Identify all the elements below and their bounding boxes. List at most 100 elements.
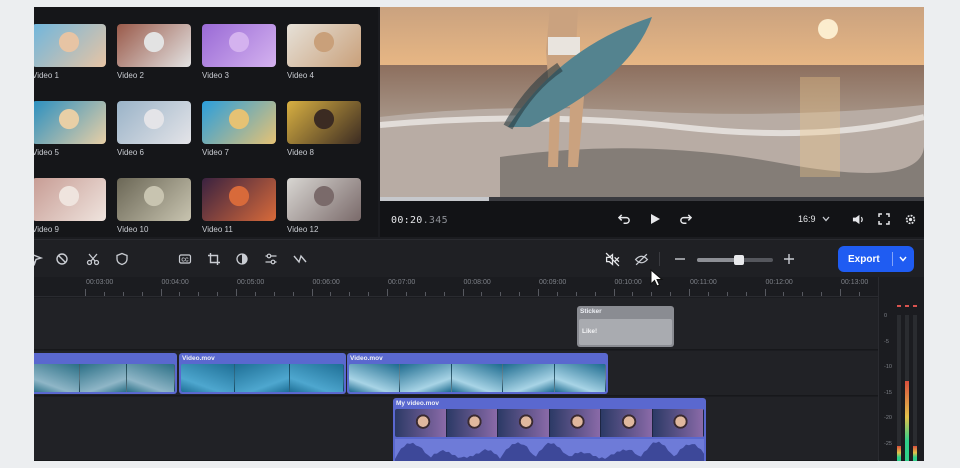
disable-icon	[56, 253, 68, 265]
split-tool-button[interactable]	[85, 251, 101, 267]
ruler-time-label: 00:05:00	[237, 279, 265, 286]
video-frame	[554, 364, 606, 392]
ruler-tick	[85, 289, 86, 296]
settings-button[interactable]	[902, 211, 918, 227]
unlink-audio-button[interactable]	[604, 251, 620, 267]
hide-track-button[interactable]	[633, 251, 649, 267]
color-icon	[236, 253, 248, 265]
sticker-clip[interactable]: Sticker Like!	[577, 306, 674, 347]
video-clip-frames	[349, 364, 606, 392]
video-thumbnail[interactable]: Video 12	[287, 178, 361, 242]
video-clip-frames	[181, 364, 344, 392]
video-thumbnail[interactable]: Video 7	[202, 101, 276, 165]
video-frame	[289, 364, 344, 392]
playback-progress-fill	[380, 197, 489, 201]
zoom-out-icon	[675, 258, 685, 260]
video-thumbnail[interactable]: Video 9	[34, 178, 106, 242]
ruler-tick	[405, 292, 407, 296]
transition-tool-button[interactable]	[292, 251, 308, 267]
ruler-tick	[387, 289, 388, 296]
ruler-tick	[802, 292, 804, 296]
video-thumbnail-label: Video 6	[117, 148, 144, 157]
adjust-tool-button[interactable]	[263, 251, 279, 267]
ruler-tick	[858, 292, 860, 296]
volume-icon	[852, 214, 863, 224]
zoom-slider[interactable]	[697, 255, 773, 265]
export-options-button[interactable]	[893, 256, 913, 262]
ruler-tick	[311, 289, 313, 296]
video-thumbnail[interactable]: Video 10	[117, 178, 191, 242]
video-thumbnail-label: Video 1	[34, 71, 59, 80]
video-thumbnail[interactable]: Video 4	[287, 24, 361, 88]
select-icon	[34, 254, 43, 266]
level-meter	[913, 315, 917, 461]
ruler-time-label: 00:06:00	[312, 279, 340, 286]
crop-icon	[208, 253, 220, 265]
fullscreen-button[interactable]	[876, 211, 892, 227]
peak-indicator	[897, 305, 901, 307]
video-clip-name: Video.mov	[350, 355, 383, 362]
video-frame	[549, 409, 601, 437]
meter-scale-label: -10	[884, 364, 892, 370]
sticker-track: Sticker Like!	[34, 298, 878, 350]
disable-tool-button[interactable]	[54, 251, 70, 267]
audio-level-meters: 0-5-10-15-20-25-30	[878, 277, 924, 461]
volume-button[interactable]	[850, 211, 866, 227]
peak-indicator	[913, 305, 917, 307]
ruler-tick	[594, 292, 596, 296]
playback-progress[interactable]	[380, 197, 924, 201]
ruler-tick	[179, 292, 181, 296]
video-frame	[79, 364, 128, 392]
ruler-time-label: 00:07:00	[388, 279, 416, 286]
video-preview[interactable]	[380, 7, 924, 197]
ruler-time-label: 00:13:00	[841, 279, 869, 286]
play-button[interactable]	[647, 211, 663, 227]
captions-tool-button[interactable]: CC	[177, 251, 193, 267]
undo-button[interactable]	[616, 211, 632, 227]
export-button[interactable]: Export	[838, 246, 914, 272]
aspect-ratio-select[interactable]: 16:9	[798, 214, 830, 224]
ruler-time-label: 00:04:00	[161, 279, 189, 286]
video-editor-window: Video 1 Video 2 Video 3 Video 4 Video 5 Video…	[34, 7, 924, 461]
video-clip[interactable]	[34, 353, 177, 394]
timeline-tracks: Sticker Like! Video.mov Video.mov My vide…	[34, 298, 878, 461]
timeline-ruler[interactable]: 00:03:00 00:04:00 00:05:00 00:06:00 00:07:00…	[34, 277, 879, 297]
select-tool-button[interactable]	[34, 251, 44, 267]
video-thumbnail[interactable]: Video 8	[287, 101, 361, 165]
level-meter	[905, 315, 909, 461]
video-thumbnail-image	[202, 101, 276, 144]
protect-tool-button[interactable]	[114, 251, 130, 267]
zoom-in-button[interactable]	[781, 251, 797, 267]
video-thumbnail[interactable]: Video 3	[202, 24, 276, 88]
video-thumbnail-label: Video 4	[287, 71, 314, 80]
timeline-toolbar: CC Export	[34, 239, 924, 277]
video-thumbnail-image	[117, 24, 191, 67]
video-thumbnail[interactable]: Video 6	[117, 101, 191, 165]
color-tool-button[interactable]	[234, 251, 250, 267]
mouse-cursor-icon	[650, 269, 664, 287]
my-video-clip[interactable]: My video.mov	[393, 398, 706, 461]
redo-button[interactable]	[677, 211, 693, 227]
video-thumbnail[interactable]: Video 11	[202, 178, 276, 242]
ruler-tick	[481, 292, 483, 296]
ruler-time-label: 00:11:00	[690, 279, 717, 286]
ruler-tick	[651, 292, 653, 296]
video-clip[interactable]: Video.mov	[179, 353, 346, 394]
video-thumbnail[interactable]: Video 5	[34, 101, 106, 165]
video-thumbnail-image	[117, 178, 191, 221]
chevron-down-icon	[899, 256, 907, 262]
zoom-out-button[interactable]	[672, 251, 688, 267]
video-thumbnail[interactable]: Video 2	[117, 24, 191, 88]
zoom-slider-handle[interactable]	[733, 255, 744, 265]
fullscreen-icon	[878, 213, 890, 225]
video-clip[interactable]: Video.mov	[347, 353, 608, 394]
video-thumbnail[interactable]: Video 1	[34, 24, 106, 88]
ruler-tick	[519, 292, 521, 296]
crop-tool-button[interactable]	[206, 251, 222, 267]
ruler-tick	[330, 292, 332, 296]
video-thumbnail-image	[287, 24, 361, 67]
level-meter-fill	[913, 446, 917, 461]
video-frame	[503, 364, 555, 392]
zoom-slider-fill	[697, 258, 739, 262]
shield-icon	[116, 252, 128, 266]
